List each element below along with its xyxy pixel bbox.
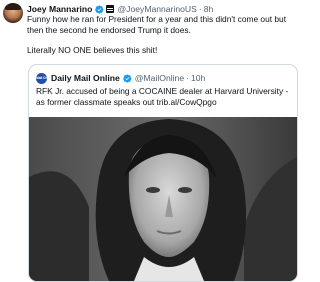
author-name[interactable]: Joey Mannarino bbox=[27, 4, 92, 14]
author-handle[interactable]: @JoeyMannarinoUS bbox=[117, 4, 196, 14]
flag-icon bbox=[106, 5, 115, 13]
author-avatar[interactable] bbox=[3, 3, 23, 23]
separator-dot: · bbox=[198, 4, 202, 14]
quoted-tweet-text: RFK Jr. accused of being a COCAINE deale… bbox=[36, 86, 289, 107]
tweet-timestamp[interactable]: 8h bbox=[204, 4, 214, 14]
quoted-tweet-timestamp[interactable]: 10h bbox=[191, 73, 205, 83]
quoted-author-name[interactable]: Daily Mail Online bbox=[51, 73, 120, 83]
quoted-tweet-header: Mail Online Daily Mail Online @MailOnlin… bbox=[36, 72, 291, 84]
tweet-paragraph: Literally NO ONE believes this shit! bbox=[27, 45, 158, 55]
tweet[interactable]: Joey Mannarino @JoeyMannarinoUS · 8h Fun… bbox=[0, 0, 300, 282]
portrait-photo bbox=[29, 117, 297, 281]
verified-badge-icon bbox=[122, 73, 132, 83]
quoted-tweet-photo[interactable] bbox=[29, 117, 297, 281]
quoted-tweet[interactable]: Mail Online Daily Mail Online @MailOnlin… bbox=[28, 64, 298, 282]
verified-badge-icon bbox=[95, 4, 104, 14]
quoted-author-handle[interactable]: @MailOnline bbox=[135, 73, 184, 83]
separator-dot: · bbox=[186, 73, 189, 83]
tweet-text: Funny how he ran for President for a yea… bbox=[27, 14, 297, 56]
quoted-author-avatar[interactable]: Mail Online bbox=[36, 72, 47, 84]
tweet-paragraph: Funny how he ran for President for a yea… bbox=[27, 14, 287, 35]
